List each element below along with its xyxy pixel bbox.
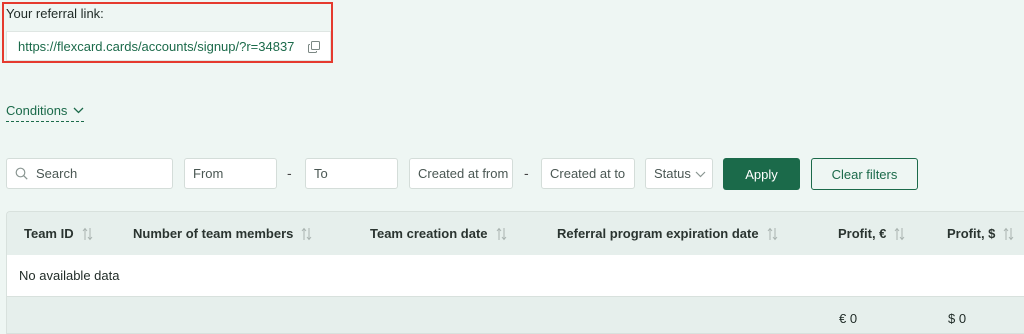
status-label: Status: [654, 166, 691, 181]
status-select[interactable]: Status: [645, 158, 713, 189]
empty-state-text: No available data: [19, 268, 120, 283]
copy-icon[interactable]: [308, 40, 320, 53]
totals-row: € 0 $ 0: [7, 297, 1024, 333]
referral-label: Your referral link:: [6, 6, 104, 21]
table-row: No available data: [7, 255, 1024, 297]
conditions-toggle[interactable]: Conditions: [6, 103, 85, 122]
total-profit-usd: $ 0: [948, 311, 967, 326]
created-to-input[interactable]: Created at to: [541, 158, 635, 189]
column-header-profit-usd[interactable]: Profit, $: [947, 212, 1014, 255]
sort-icon[interactable]: [886, 227, 905, 241]
column-header-team-creation-date[interactable]: Team creation date: [370, 212, 507, 255]
referral-table: Team ID Number of team members Team crea…: [6, 211, 1024, 334]
column-label: Referral program expiration date: [557, 226, 759, 241]
sort-icon[interactable]: [74, 227, 93, 241]
created-to-placeholder: Created at to: [550, 166, 626, 181]
column-header-team-id[interactable]: Team ID: [24, 212, 93, 255]
sort-icon[interactable]: [759, 227, 778, 241]
column-label: Team creation date: [370, 226, 488, 241]
search-placeholder: Search: [36, 166, 78, 181]
search-input[interactable]: Search: [6, 158, 173, 189]
created-from-input[interactable]: Created at from: [409, 158, 513, 189]
sort-icon[interactable]: [995, 227, 1014, 241]
table-header: Team ID Number of team members Team crea…: [7, 212, 1024, 256]
total-profit-eur: € 0: [839, 311, 858, 326]
column-label: Profit, $: [947, 226, 996, 241]
conditions-label: Conditions: [6, 103, 68, 118]
to-input[interactable]: To: [305, 158, 398, 189]
column-label: Team ID: [24, 226, 74, 241]
column-header-team-members[interactable]: Number of team members: [133, 212, 312, 255]
referral-link-text[interactable]: https://flexcard.cards/accounts/signup/?…: [18, 39, 308, 54]
search-icon: [15, 167, 36, 180]
chevron-down-icon: [73, 107, 84, 114]
apply-button[interactable]: Apply: [723, 158, 800, 190]
clear-filters-button[interactable]: Clear filters: [811, 158, 918, 190]
from-input[interactable]: From: [184, 158, 277, 189]
sort-icon[interactable]: [293, 227, 312, 241]
column-label: Profit, €: [838, 226, 887, 241]
range-separator: -: [287, 165, 292, 181]
date-range-separator: -: [524, 165, 529, 181]
sort-icon[interactable]: [488, 227, 507, 241]
column-header-expiration-date[interactable]: Referral program expiration date: [557, 212, 778, 255]
clear-filters-label: Clear filters: [831, 166, 898, 182]
column-header-profit-eur[interactable]: Profit, €: [838, 212, 905, 255]
chevron-down-icon: [695, 166, 706, 181]
apply-label: Apply: [745, 166, 778, 182]
from-placeholder: From: [193, 166, 224, 181]
created-from-placeholder: Created at from: [418, 166, 509, 181]
to-placeholder: To: [314, 166, 328, 181]
column-label: Number of team members: [133, 226, 294, 241]
referral-link-field[interactable]: https://flexcard.cards/accounts/signup/?…: [6, 31, 331, 61]
